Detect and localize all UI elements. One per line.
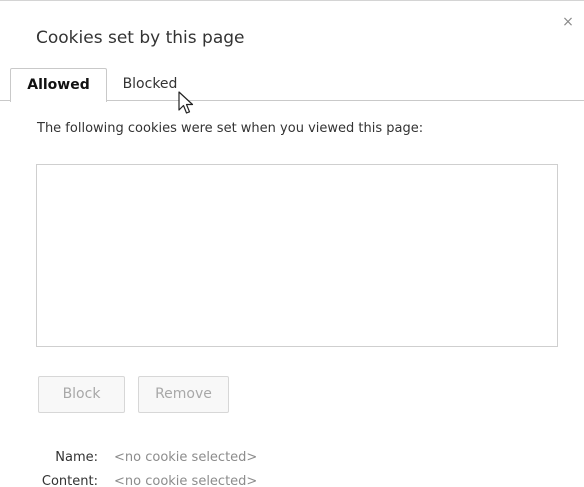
cookies-tree-list[interactable] [36,164,558,347]
cookie-name-row: Name: <no cookie selected> [0,449,584,467]
cookie-name-label: Name: [55,450,98,465]
mouse-pointer-icon [178,91,194,114]
cookie-content-row: Content: <no cookie selected> [0,473,584,487]
block-button[interactable]: Block [38,376,125,413]
dialog-title: Cookies set by this page [36,28,245,48]
cookie-content-value: <no cookie selected> [114,474,258,487]
cookie-content-label: Content: [41,474,98,487]
remove-button[interactable]: Remove [138,376,229,413]
cookies-dialog: Cookies set by this page × Allowed Block… [0,0,584,487]
close-icon[interactable]: × [560,14,576,30]
cookies-description: The following cookies were set when you … [37,121,424,136]
tab-allowed[interactable]: Allowed [10,68,107,102]
cookie-name-value: <no cookie selected> [114,450,258,465]
